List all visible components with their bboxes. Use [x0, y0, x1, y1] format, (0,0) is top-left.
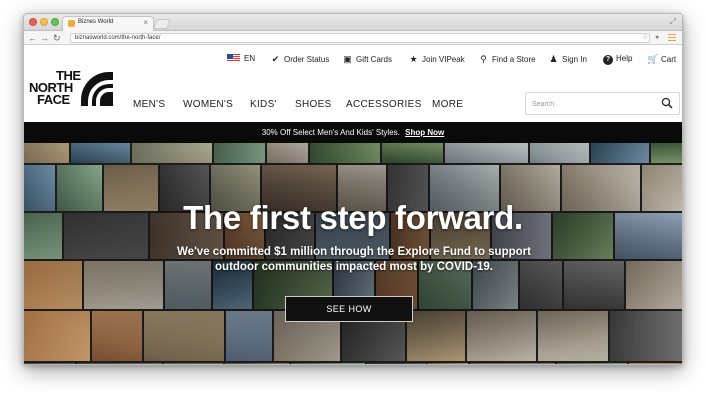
- gift-card-icon: ▣: [343, 54, 352, 64]
- back-arrow-icon[interactable]: ←: [28, 31, 37, 45]
- minimize-window-button[interactable]: [40, 18, 48, 26]
- help-icon: ?: [603, 55, 613, 65]
- find-store-link[interactable]: ⚲ Find a Store: [478, 51, 536, 68]
- promo-text: 30% Off Select Men's And Kids' Styles.: [261, 128, 400, 137]
- nav-accessories[interactable]: ACCESSORIES: [346, 97, 422, 113]
- gift-cards-label: Gift Cards: [356, 55, 393, 64]
- nav-kids[interactable]: KIDS': [250, 97, 277, 113]
- browser-tab-bar: Biznes World × ⤢: [24, 14, 682, 31]
- gift-cards-link[interactable]: ▣ Gift Cards: [342, 51, 392, 68]
- close-window-button[interactable]: [29, 18, 37, 26]
- utility-nav: EN ✔ Order Status ▣ Gift Cards ★ Join VIPea…: [24, 51, 682, 67]
- favicon-icon: [68, 20, 75, 27]
- shop-now-link[interactable]: Shop Now: [405, 128, 444, 137]
- help-link[interactable]: ? Help: [603, 51, 632, 67]
- extension-icon[interactable]: ●: [655, 31, 659, 45]
- hero-title: The first step forward.: [183, 199, 523, 236]
- browser-tab[interactable]: Biznes World ×: [62, 16, 154, 31]
- browser-window: Biznes World × ⤢ ← → ↻ biznasworld.com/t…: [23, 13, 683, 365]
- search-input[interactable]: [532, 97, 652, 111]
- promo-banner: 30% Off Select Men's And Kids' Styles. S…: [24, 122, 682, 143]
- web-page: EN ✔ Order Status ▣ Gift Cards ★ Join VIPea…: [24, 45, 682, 364]
- maximize-window-button[interactable]: [51, 18, 59, 26]
- join-vipeak-link[interactable]: ★ Join VIPeak: [408, 51, 465, 68]
- checkmark-icon: ✔: [271, 54, 280, 64]
- address-bar[interactable]: biznasworld.com/the-north-face/: [70, 33, 650, 43]
- sign-in-link[interactable]: ♟ Sign In: [548, 51, 587, 68]
- new-tab-button[interactable]: [153, 19, 171, 29]
- hero-banner: The first step forward. We've committed …: [24, 143, 682, 364]
- nav-shoes[interactable]: SHOES: [295, 97, 332, 113]
- cart-icon: 🛒: [647, 54, 659, 64]
- sign-in-label: Sign In: [562, 55, 587, 64]
- star-icon: ★: [409, 54, 418, 64]
- see-how-button[interactable]: SEE HOW: [285, 296, 413, 322]
- nav-womens[interactable]: WOMEN'S: [183, 97, 233, 113]
- order-status-label: Order Status: [284, 55, 330, 64]
- bookmark-star-icon[interactable]: ☆: [642, 31, 648, 45]
- nav-more[interactable]: MORE: [432, 97, 463, 113]
- location-pin-icon: ⚲: [480, 54, 487, 64]
- reload-icon[interactable]: ↻: [53, 31, 61, 45]
- user-icon: ♟: [549, 54, 558, 64]
- cart-label: Cart: [661, 55, 677, 64]
- language-label: EN: [244, 54, 256, 63]
- help-label: Help: [616, 54, 633, 63]
- hero-subtitle: We've committed $1 million through the E…: [177, 246, 531, 273]
- close-tab-icon[interactable]: ×: [143, 18, 148, 28]
- cart-link[interactable]: 🛒 Cart: [647, 51, 676, 68]
- desktop-background: Biznes World × ⤢ ← → ↻ biznasworld.com/t…: [0, 0, 706, 400]
- tab-title: Biznes World: [78, 19, 114, 25]
- nav-mens[interactable]: MEN'S: [133, 97, 165, 113]
- fullscreen-icon[interactable]: ⤢: [670, 17, 676, 27]
- browser-menu-icon[interactable]: [668, 34, 676, 42]
- forward-arrow-icon[interactable]: →: [40, 31, 49, 45]
- search-box: [525, 92, 680, 115]
- us-flag-icon: [227, 54, 240, 62]
- browser-toolbar: ← → ↻ biznasworld.com/the-north-face/ ☆ …: [24, 31, 682, 45]
- find-store-label: Find a Store: [492, 55, 536, 64]
- join-vipeak-label: Join VIPeak: [422, 55, 465, 64]
- search-icon[interactable]: [661, 97, 673, 109]
- order-status-link[interactable]: ✔ Order Status: [270, 51, 330, 68]
- language-selector[interactable]: EN: [227, 51, 255, 67]
